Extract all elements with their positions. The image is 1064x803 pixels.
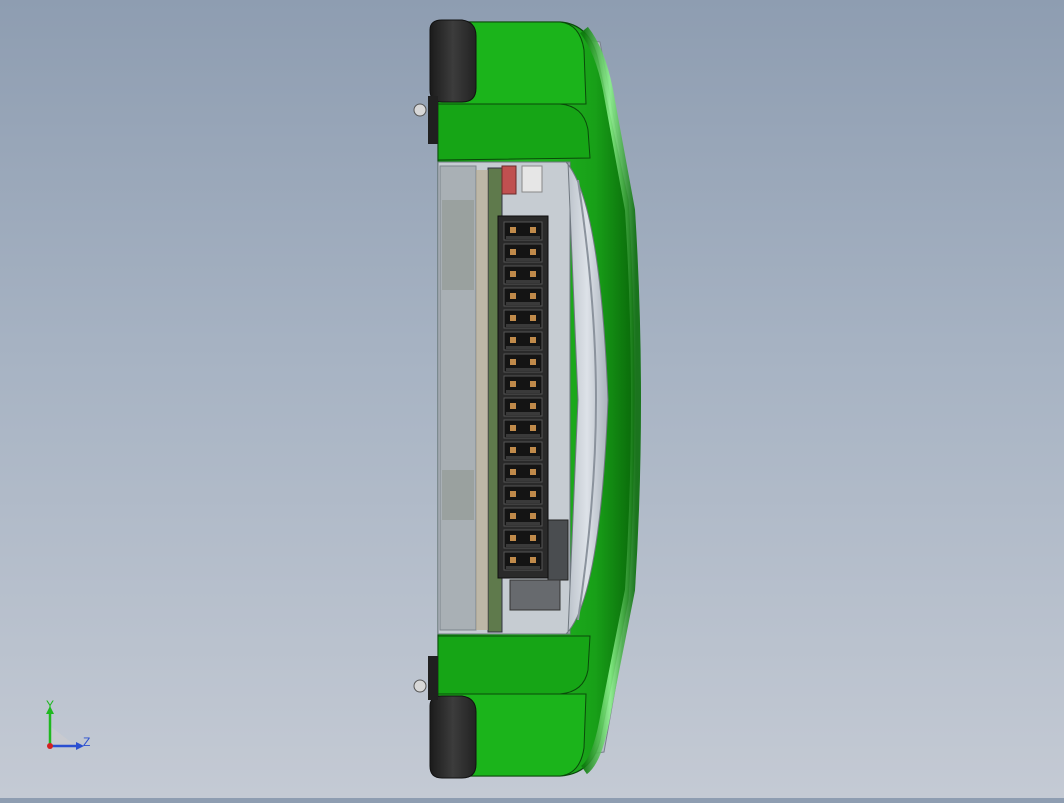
connector-latch — [506, 302, 540, 305]
connector-latch — [506, 500, 540, 503]
connector-pin — [530, 535, 536, 541]
connector-pin — [510, 425, 516, 431]
connector-pin — [530, 227, 536, 233]
connector-latch — [506, 566, 540, 569]
connector-pin — [530, 447, 536, 453]
bottom-shell-band — [437, 635, 591, 695]
connector-pin — [530, 557, 536, 563]
connector-latch — [506, 434, 540, 437]
y-axis-label: Y — [46, 698, 55, 712]
connector-pin — [530, 315, 536, 321]
connector-pin — [510, 315, 516, 321]
connector-pin — [530, 491, 536, 497]
connector-pin — [530, 293, 536, 299]
connector-pin — [510, 337, 516, 343]
connector-latch — [506, 456, 540, 459]
lower-component — [509, 579, 561, 611]
connector-pin — [510, 271, 516, 277]
side-chip — [547, 519, 569, 581]
white-component — [521, 165, 543, 193]
connector-pin — [530, 469, 536, 475]
connector-pin — [530, 403, 536, 409]
pcb-components — [476, 170, 488, 630]
connector-pin — [530, 271, 536, 277]
connector-pin — [530, 381, 536, 387]
connector-latch — [506, 324, 540, 327]
connector-pin — [510, 469, 516, 475]
triad-plane — [50, 726, 76, 746]
red-component — [501, 165, 517, 195]
connector-pin — [530, 513, 536, 519]
cad-viewport[interactable]: Y Z — [0, 0, 1064, 798]
connector-latch — [506, 412, 540, 415]
axis-triad: Y Z — [38, 698, 108, 758]
connector-pin — [510, 557, 516, 563]
connector-pin — [510, 227, 516, 233]
connector-pin — [510, 359, 516, 365]
triad-origin — [47, 743, 53, 749]
panel-recess-2 — [442, 470, 474, 520]
bottom-bumper — [429, 695, 477, 779]
connector-pin — [510, 381, 516, 387]
connector-pin — [510, 249, 516, 255]
connector-pin — [510, 491, 516, 497]
connector-pin — [530, 359, 536, 365]
connector-pin — [510, 447, 516, 453]
connector-pin — [510, 513, 516, 519]
bottom-screw — [413, 679, 427, 693]
connector-pin — [530, 337, 536, 343]
z-axis-label: Z — [83, 735, 91, 749]
connector-latch — [506, 346, 540, 349]
connector-pin — [510, 535, 516, 541]
connector-pin — [530, 425, 536, 431]
connector-latch — [506, 236, 540, 239]
connector-latch — [506, 258, 540, 261]
connector-latch — [506, 390, 540, 393]
connector-pin — [530, 249, 536, 255]
top-side-stud — [428, 96, 438, 144]
connector-pin — [510, 293, 516, 299]
connector-latch — [506, 522, 540, 525]
panel-recess — [442, 200, 474, 290]
connector-latch — [506, 280, 540, 283]
connector-pin — [510, 403, 516, 409]
model-canvas[interactable] — [0, 0, 1064, 798]
connector-latch — [506, 478, 540, 481]
connector-latch — [506, 544, 540, 547]
bottom-side-stud — [428, 656, 438, 700]
connector-latch — [506, 368, 540, 371]
top-screw — [413, 103, 427, 117]
top-shell-band — [437, 103, 591, 161]
top-bumper — [429, 19, 477, 103]
